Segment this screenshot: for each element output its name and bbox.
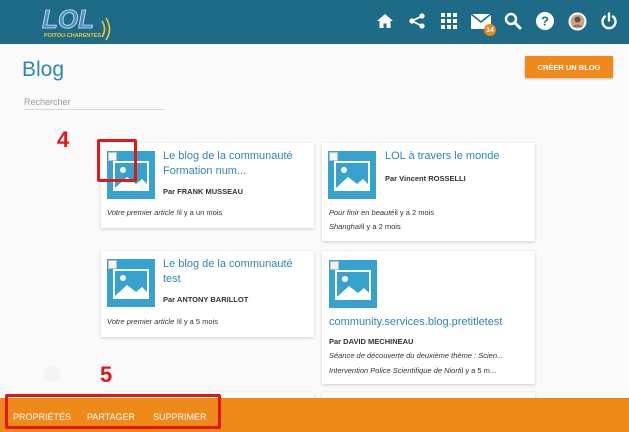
home-icon[interactable] xyxy=(373,9,397,33)
annotation-box-actions xyxy=(5,394,221,429)
select-checkbox[interactable] xyxy=(330,261,339,270)
blog-card[interactable]: community.services.blog.pretitletest Par… xyxy=(322,251,535,384)
blog-page: LOL POITOU-CHARENTES 14 ? Blog CRÉER UN … xyxy=(0,0,629,432)
share-icon[interactable] xyxy=(405,9,429,33)
avatar[interactable] xyxy=(565,9,589,33)
blog-card[interactable]: LOL à travers le monde Par Vincent ROSSE… xyxy=(322,143,535,241)
blog-thumbnail xyxy=(329,260,377,308)
article-date: il y a 5 m... xyxy=(459,366,497,375)
blog-title[interactable]: LOL à travers le monde xyxy=(385,149,530,164)
article-date: il y a 5 mois xyxy=(178,317,219,326)
mail-icon[interactable]: 14 xyxy=(469,9,496,36)
blog-author: Par ANTONY BARILLOT xyxy=(163,295,249,304)
mail-badge: 14 xyxy=(484,24,496,36)
annotation-box-checkbox xyxy=(97,139,137,182)
article-title: Pour finir en beauté xyxy=(329,208,395,217)
blog-article-line[interactable]: Shanghaïil y a 2 mois xyxy=(329,222,529,231)
help-icon[interactable]: ? xyxy=(533,9,557,33)
article-title: Intervention Police Scientifique de Nior… xyxy=(329,366,460,375)
ghost-circle xyxy=(44,366,60,382)
page-title: Blog xyxy=(22,58,65,81)
power-icon[interactable] xyxy=(597,9,621,33)
blog-article-line[interactable]: Votre premier article !il y a un mois xyxy=(107,208,307,217)
article-date: il y a 2 mois xyxy=(394,208,435,217)
blog-author: Par Vincent ROSSELLI xyxy=(385,174,466,183)
blog-author: Par FRANK MUSSEAU xyxy=(163,187,244,196)
top-bar: LOL POITOU-CHARENTES 14 ? xyxy=(0,0,629,44)
top-icons: 14 ? xyxy=(373,9,621,36)
search-input[interactable] xyxy=(24,94,164,110)
blog-thumbnail xyxy=(107,259,155,307)
svg-text:POITOU-CHARENTES: POITOU-CHARENTES xyxy=(44,33,101,39)
article-title: Votre premier article ! xyxy=(107,317,179,326)
svg-text:?: ? xyxy=(541,14,549,29)
annotation-number-4: 4 xyxy=(57,127,70,152)
blog-title[interactable]: Le blog de la communauté Formation num..… xyxy=(163,149,303,179)
create-blog-button[interactable]: CRÉER UN BLOG xyxy=(525,56,613,78)
blog-article-line[interactable]: Votre premier article !il y a 5 mois xyxy=(107,317,307,326)
article-date: il y a un mois xyxy=(178,208,223,217)
article-title: Séance de découverte du deuxième thème :… xyxy=(329,351,504,360)
svg-text:LOL: LOL xyxy=(42,4,94,34)
search-icon[interactable] xyxy=(501,9,525,33)
blog-title[interactable]: Le blog de la communauté test xyxy=(163,257,303,287)
article-title: Shanghaï xyxy=(329,222,362,231)
blog-thumbnail xyxy=(328,151,376,199)
article-date: il y a 2 mois xyxy=(361,222,401,231)
annotation-number-5: 5 xyxy=(100,362,113,387)
select-checkbox[interactable] xyxy=(108,260,117,269)
blog-title[interactable]: community.services.blog.pretitletest xyxy=(329,315,529,330)
blog-author: Par DAVID MECHINEAU xyxy=(329,337,414,346)
app-logo[interactable]: LOL POITOU-CHARENTES xyxy=(38,3,114,41)
blog-article-line[interactable]: Intervention Police Scientifique de Nior… xyxy=(329,366,531,375)
apps-grid-icon[interactable] xyxy=(437,9,461,33)
blog-article-line[interactable]: Séance de découverte du deuxième thème :… xyxy=(329,351,531,360)
article-title: Votre premier article ! xyxy=(107,208,179,217)
blog-card[interactable]: Le blog de la communauté test Par ANTONY… xyxy=(101,251,314,337)
blog-article-line[interactable]: Pour finir en beautéil y a 2 mois xyxy=(329,208,529,217)
select-checkbox[interactable] xyxy=(329,152,338,161)
